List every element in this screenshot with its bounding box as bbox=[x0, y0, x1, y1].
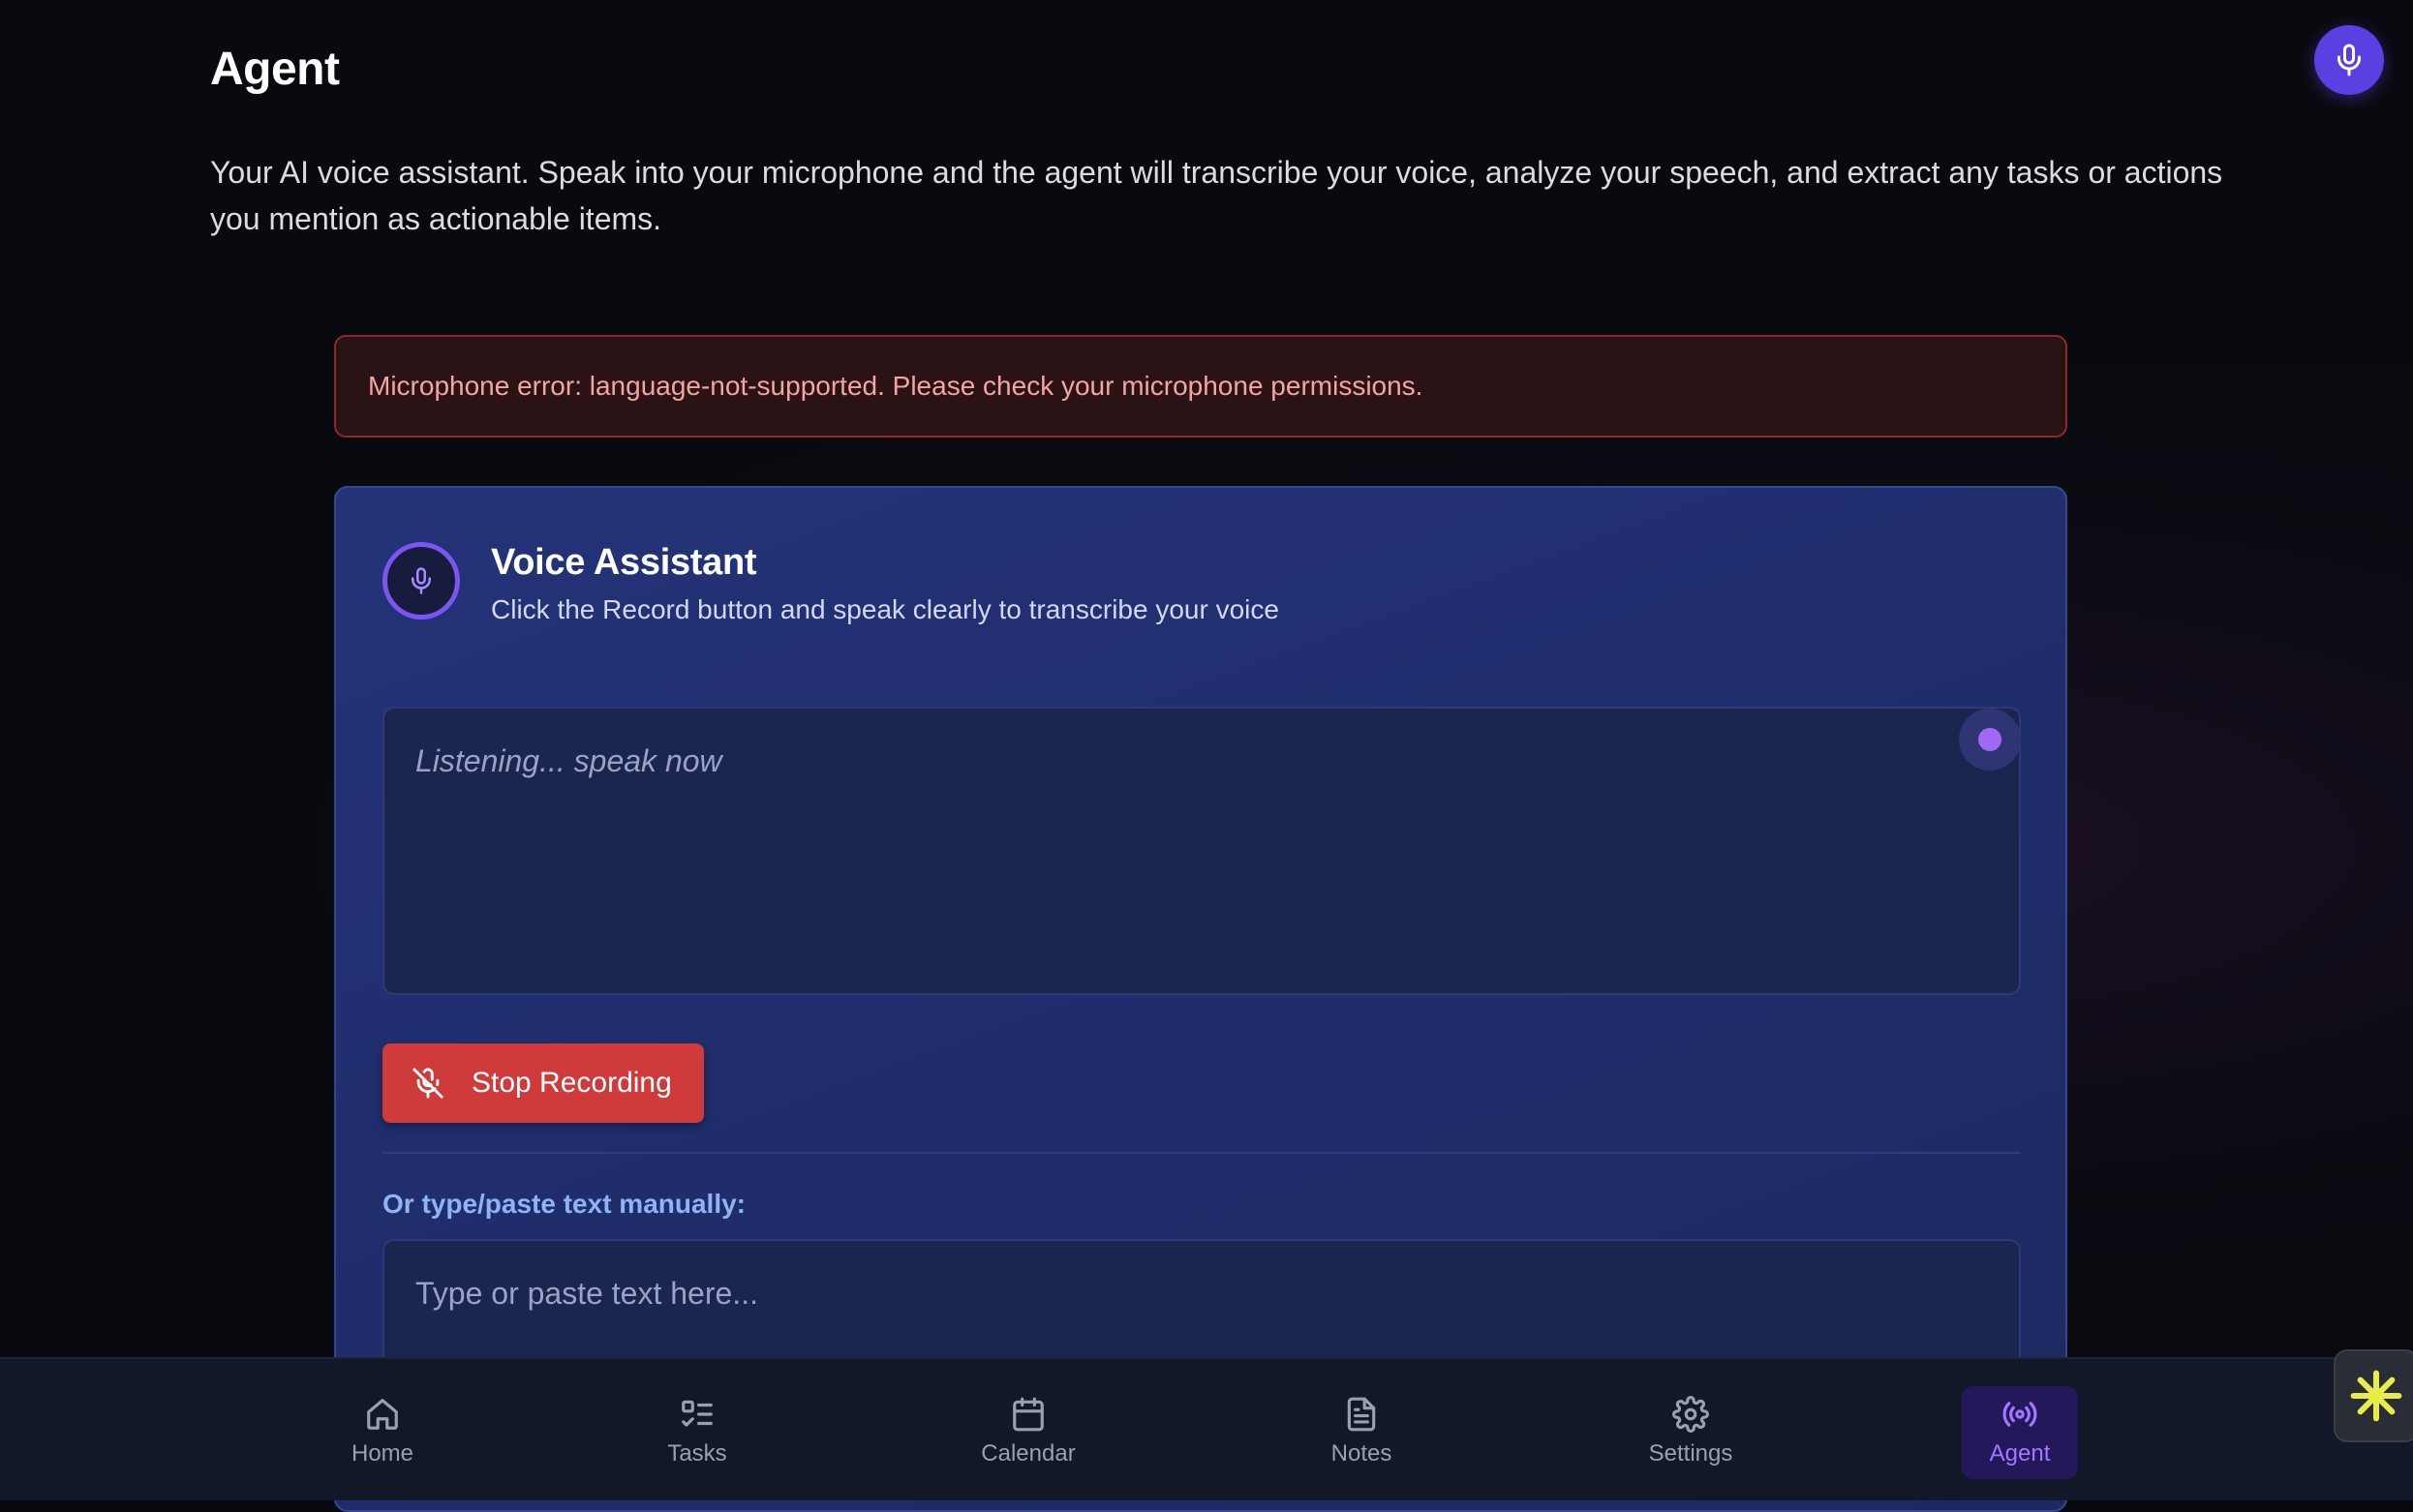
card-title: Voice Assistant bbox=[491, 542, 757, 583]
error-alert: Microphone error: language-not-supported… bbox=[334, 335, 2067, 438]
recording-dot-icon bbox=[1978, 728, 2001, 751]
nav-item-agent[interactable]: Agent bbox=[1962, 1386, 2078, 1479]
microphone-off-icon bbox=[412, 1068, 443, 1099]
nav-label-home: Home bbox=[351, 1440, 414, 1467]
notes-icon bbox=[1347, 1397, 1376, 1432]
nav-label-settings: Settings bbox=[1648, 1440, 1733, 1467]
microphone-icon bbox=[2337, 44, 2361, 76]
stop-recording-button[interactable]: Stop Recording bbox=[382, 1043, 704, 1123]
broadcast-icon bbox=[2002, 1402, 2037, 1427]
page-description: Your AI voice assistant. Speak into your… bbox=[210, 155, 2223, 236]
gear-icon bbox=[1672, 1396, 1709, 1433]
stop-recording-label: Stop Recording bbox=[472, 1067, 672, 1099]
nav-item-tasks[interactable]: Tasks bbox=[639, 1386, 755, 1479]
tasks-icon bbox=[682, 1400, 713, 1427]
section-divider bbox=[382, 1152, 2021, 1154]
nav-label-notes: Notes bbox=[1330, 1440, 1392, 1467]
microphone-icon bbox=[412, 567, 431, 594]
home-icon bbox=[367, 1399, 398, 1430]
top-microphone-button[interactable] bbox=[2314, 25, 2384, 95]
transcript-placeholder: Listening... speak now bbox=[415, 743, 722, 778]
sparkle-icon bbox=[2350, 1370, 2402, 1422]
nav-label-agent: Agent bbox=[1989, 1440, 2051, 1467]
transcript-area[interactable]: Listening... speak now bbox=[382, 707, 2021, 995]
nav-item-notes[interactable]: Notes bbox=[1303, 1386, 1420, 1479]
calendar-icon bbox=[1013, 1397, 1044, 1432]
card-subtitle: Click the Record button and speak clearl… bbox=[491, 594, 1279, 624]
nav-label-tasks: Tasks bbox=[667, 1440, 727, 1467]
assistant-sparkle-button[interactable] bbox=[2334, 1349, 2413, 1442]
nav-label-calendar: Calendar bbox=[981, 1440, 1076, 1467]
page-title: Agent bbox=[210, 44, 340, 95]
card-mic-badge bbox=[382, 542, 460, 620]
nav-item-calendar[interactable]: Calendar bbox=[970, 1386, 1086, 1479]
recording-indicator bbox=[1959, 709, 2021, 771]
bottom-nav: Home Tasks Calendar Notes Settings Agent bbox=[0, 1357, 2413, 1500]
error-message: Microphone error: language-not-supported… bbox=[368, 371, 1423, 401]
nav-item-home[interactable]: Home bbox=[324, 1386, 441, 1479]
manual-input-label: Or type/paste text manually: bbox=[382, 1189, 747, 1219]
nav-item-settings[interactable]: Settings bbox=[1633, 1386, 1749, 1479]
manual-input-placeholder: Type or paste text here... bbox=[415, 1276, 758, 1311]
